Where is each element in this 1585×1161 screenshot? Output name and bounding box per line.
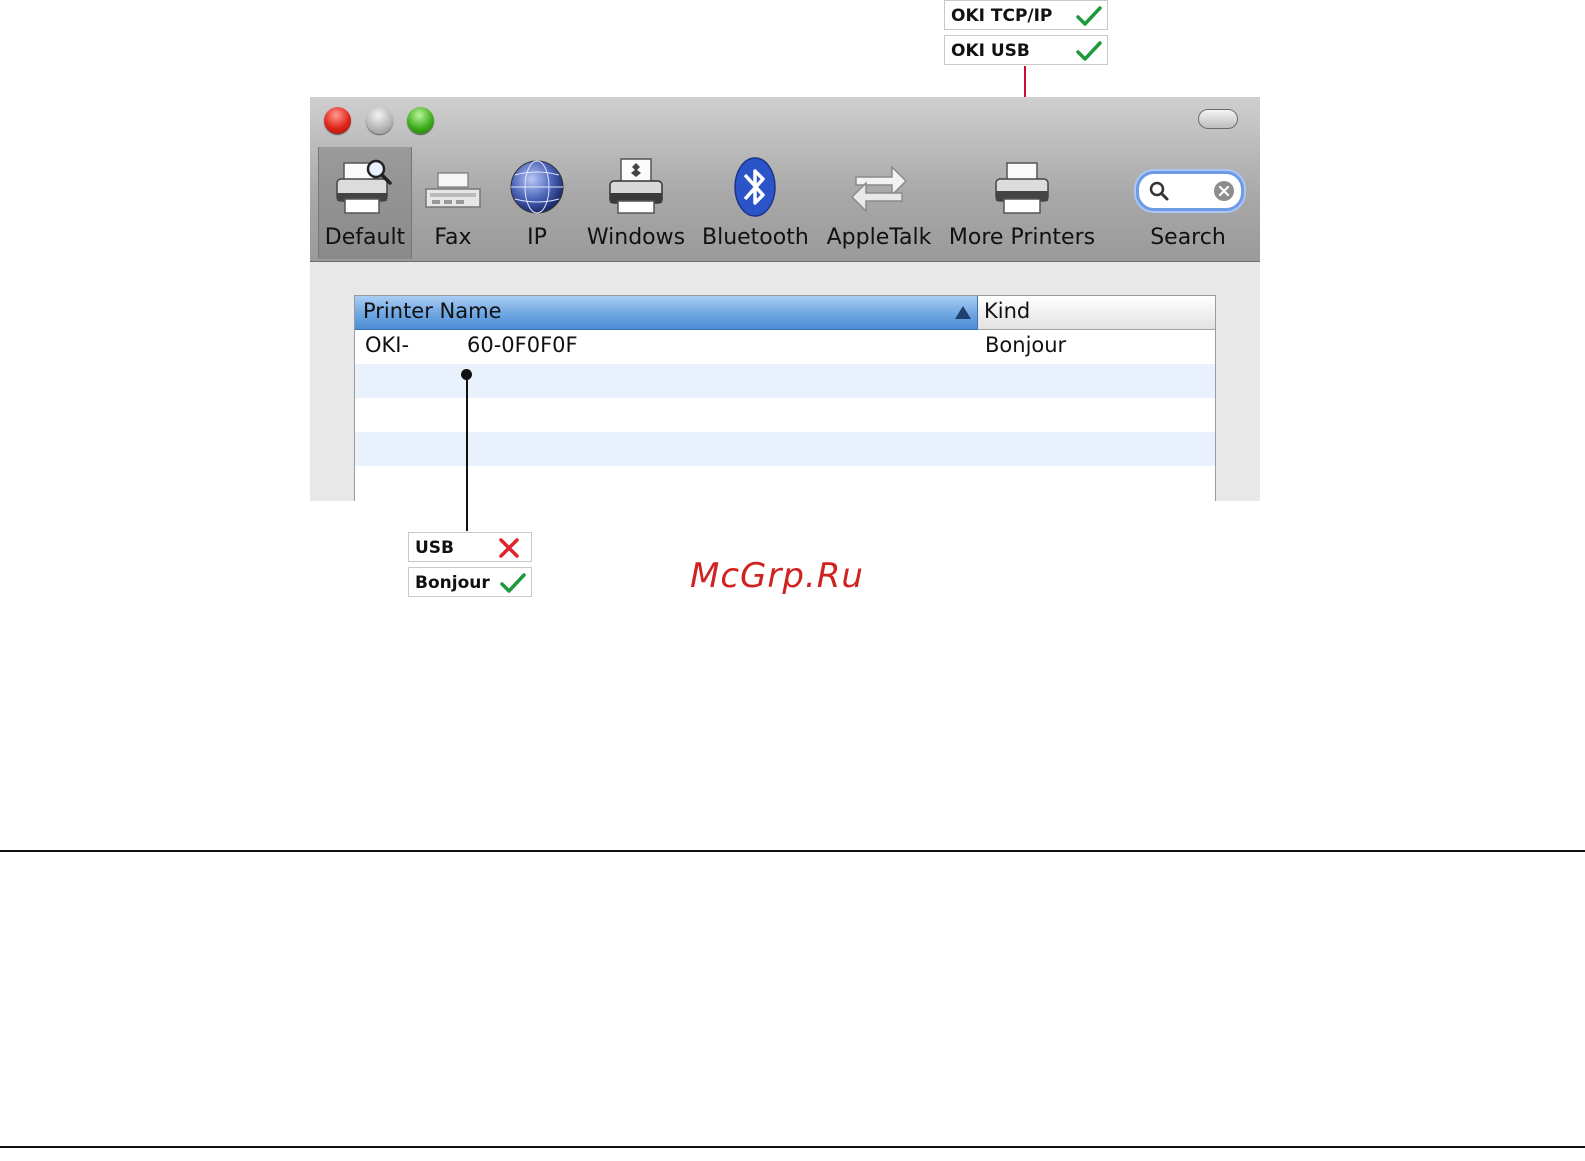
empty-table-row (355, 398, 1215, 432)
watermark-text: McGrp.Ru (690, 556, 864, 596)
column-header-kind[interactable]: Kind (978, 296, 1215, 330)
callout-label: OKI TCP/IP (951, 6, 1053, 26)
zoom-window-button[interactable] (407, 107, 434, 134)
toolbar-item-label: Bluetooth (702, 225, 809, 250)
toolbar-appletalk-button[interactable]: AppleTalk (822, 147, 936, 259)
add-printer-window: Default Fax IP Windows Bluetooth AppleTa… (310, 97, 1260, 501)
table-row[interactable]: OKI- 60-0F0F0F Bonjour (355, 330, 1215, 364)
ip-globe-icon (510, 160, 564, 214)
search-icon (1149, 181, 1169, 201)
toolbar-default-button[interactable]: Default (318, 147, 412, 259)
callout-usb: USB (408, 532, 532, 562)
toolbar-item-label: AppleTalk (826, 225, 932, 250)
windows-printer-icon (609, 158, 663, 214)
toolbar-fax-button[interactable]: Fax (418, 147, 488, 259)
toolbar-item-label: IP (527, 225, 547, 250)
bluetooth-icon (734, 157, 776, 217)
callout-bonjour: Bonjour (408, 567, 532, 597)
toolbar-more-printers-button[interactable]: More Printers (948, 147, 1096, 259)
clear-search-icon[interactable] (1213, 180, 1235, 202)
cross-icon (499, 538, 519, 558)
toolbar-item-label: Search (1150, 225, 1226, 250)
close-window-button[interactable] (324, 107, 351, 134)
empty-table-row (355, 466, 1215, 500)
sort-ascending-icon (955, 306, 971, 319)
divider-line (0, 850, 1585, 852)
callout-oki-tcpip: OKI TCP/IP (944, 0, 1108, 30)
appletalk-arrows-icon (850, 165, 908, 213)
callout-label: Bonjour (415, 573, 490, 593)
bottom-callout-leader-line (466, 375, 468, 531)
fax-icon (425, 172, 481, 208)
callout-label: OKI USB (951, 41, 1030, 61)
printer-kind: Bonjour (985, 333, 1067, 357)
callout-oki-usb: OKI USB (944, 35, 1108, 65)
toolbar-windows-button[interactable]: Windows (582, 147, 690, 259)
toolbar-toggle-button[interactable] (1198, 109, 1238, 129)
printer-list-table: Printer Name Kind OKI- 60-0F0F0F Bonjour (354, 295, 1216, 501)
toolbar-item-label: Default (324, 225, 406, 250)
toolbar-bluetooth-button[interactable]: Bluetooth (702, 147, 809, 259)
toolbar: Default Fax IP Windows Bluetooth AppleTa… (310, 97, 1260, 262)
minimize-window-button[interactable] (366, 107, 393, 134)
table-header: Printer Name Kind (355, 296, 1215, 330)
column-header-printer-name[interactable]: Printer Name (355, 296, 978, 330)
callout-label: USB (415, 538, 455, 558)
more-printers-icon (995, 162, 1049, 214)
toolbar-item-label: Windows (586, 225, 686, 250)
empty-table-row (355, 364, 1215, 398)
toolbar-ip-button[interactable]: IP (502, 147, 572, 259)
column-header-label: Printer Name (363, 299, 502, 323)
search-input[interactable] (1136, 171, 1244, 211)
check-icon (1076, 41, 1102, 61)
check-icon (500, 573, 526, 593)
printer-name-suffix: 60-0F0F0F (467, 333, 578, 357)
default-printer-magnifier-icon (336, 159, 392, 214)
printer-name-prefix: OKI- (365, 333, 410, 357)
toolbar-search-item: Search (1128, 147, 1248, 259)
toolbar-item-label: More Printers (948, 225, 1096, 250)
empty-table-row (355, 432, 1215, 466)
divider-line (0, 1146, 1585, 1148)
column-header-label: Kind (984, 299, 1031, 323)
check-icon (1076, 6, 1102, 26)
toolbar-item-label: Fax (434, 225, 472, 250)
